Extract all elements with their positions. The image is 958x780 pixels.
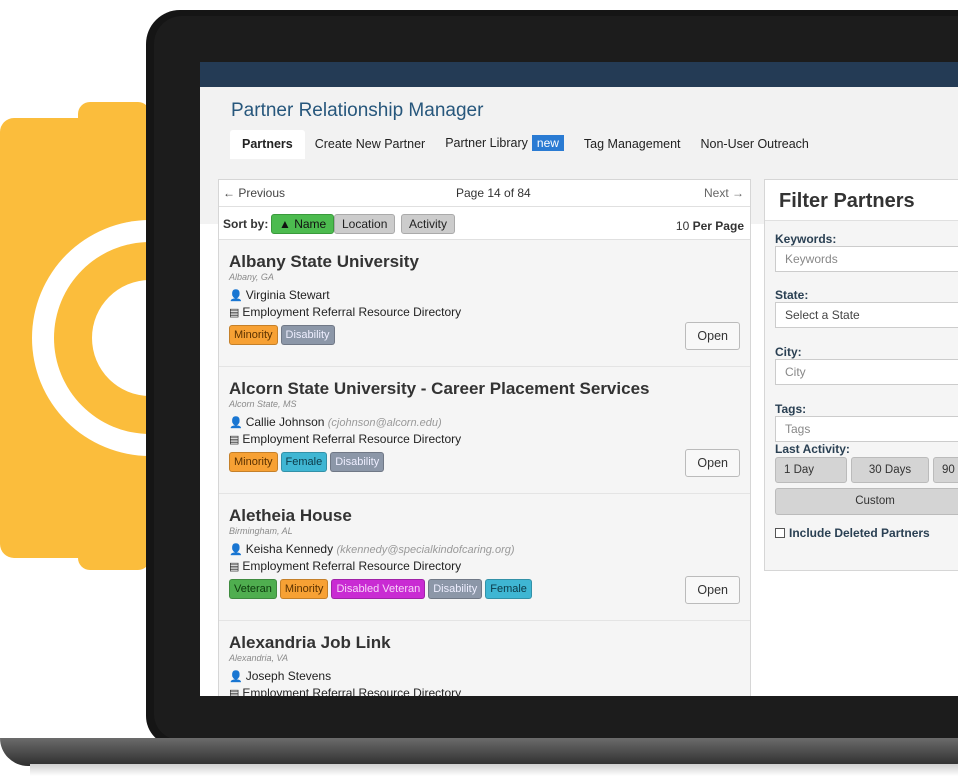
list-icon: ▤ xyxy=(229,688,240,696)
sort-name-button[interactable]: ▲ Name xyxy=(271,214,335,234)
laptop-shadow xyxy=(30,764,958,776)
partner-directory: ▤ Employment Referral Resource Directory xyxy=(229,432,461,446)
sort-location-button[interactable]: Location xyxy=(334,214,396,234)
custom-range-button[interactable]: Custom xyxy=(775,488,958,515)
list-item: Alexandria Job Link Alexandria, VA 👤 Jose… xyxy=(219,621,750,696)
partner-contact: 👤 Joseph Stevens xyxy=(229,669,331,683)
partner-contact: 👤 Keisha Kennedy (kkennedy@specialkindofc… xyxy=(229,542,515,556)
tag-disabled-veteran: Disabled Veteran xyxy=(331,579,426,599)
open-button[interactable]: Open xyxy=(685,449,740,477)
user-icon: 👤 xyxy=(229,417,243,429)
next-page-link[interactable]: Next → xyxy=(704,186,744,200)
contact-name: Keisha Kennedy xyxy=(245,542,334,556)
partner-tags: Minority Disability xyxy=(229,325,335,345)
state-select[interactable]: Select a State xyxy=(775,302,958,328)
sort-label: Sort by: xyxy=(223,217,269,231)
app-screen: Partner Relationship Manager Partners Cr… xyxy=(200,62,958,696)
directory-name: Employment Referral Resource Directory xyxy=(242,686,462,696)
list-item: Alcorn State University - Career Placeme… xyxy=(219,367,750,494)
partner-name[interactable]: Aletheia House xyxy=(229,506,352,526)
city-label: City: xyxy=(775,345,802,359)
open-button[interactable]: Open xyxy=(685,322,740,350)
keywords-label: Keywords: xyxy=(775,232,837,246)
user-icon: 👤 xyxy=(229,290,243,302)
tab-bar: Partners Create New Partner Partner Libr… xyxy=(230,129,819,159)
user-icon: 👤 xyxy=(229,544,243,556)
new-badge: new xyxy=(531,135,564,151)
include-deleted-checkbox[interactable] xyxy=(775,528,785,538)
tab-tag-management[interactable]: Tag Management xyxy=(574,130,691,159)
list-item: Albany State University Albany, GA 👤 Virg… xyxy=(219,240,750,367)
partner-list-panel: ← Previous Page 14 of 84 Next → Sort by:… xyxy=(218,179,751,696)
user-icon: 👤 xyxy=(229,671,243,683)
contact-email: (kkennedy@specialkindofcaring.org) xyxy=(336,544,515,556)
partner-location: Alexandria, VA xyxy=(229,653,289,663)
partner-tags: Minority Female Disability xyxy=(229,452,385,472)
contact-name: Virginia Stewart xyxy=(245,288,330,302)
include-deleted-label: Include Deleted Partners xyxy=(789,526,930,540)
laptop-base xyxy=(0,738,958,766)
city-input[interactable]: City xyxy=(775,359,958,385)
activity-1-day-button[interactable]: 1 Day xyxy=(775,457,847,483)
activity-90-days-button[interactable]: 90 xyxy=(933,457,958,483)
top-navbar xyxy=(200,62,958,87)
directory-name: Employment Referral Resource Directory xyxy=(242,432,462,446)
contact-email: (cjohnson@alcorn.edu) xyxy=(327,417,442,429)
partner-name[interactable]: Albany State University xyxy=(229,252,419,272)
partner-name[interactable]: Alexandria Job Link xyxy=(229,633,391,653)
tag-disability: Disability xyxy=(330,452,385,472)
list-icon: ▤ xyxy=(229,561,240,573)
partner-location: Birmingham, AL xyxy=(229,526,293,536)
tab-partner-library[interactable]: Partner Library new xyxy=(435,128,574,159)
filter-panel: Filter Partners Keywords: Keywords State… xyxy=(764,179,958,571)
include-deleted-option[interactable]: Include Deleted Partners xyxy=(775,526,930,540)
directory-name: Employment Referral Resource Directory xyxy=(242,305,462,319)
partner-directory: ▤ Employment Referral Resource Directory xyxy=(229,686,461,696)
directory-name: Employment Referral Resource Directory xyxy=(242,559,462,573)
tag-veteran: Veteran xyxy=(229,579,277,599)
pagination-bar: ← Previous Page 14 of 84 Next → xyxy=(219,180,750,207)
partner-directory: ▤ Employment Referral Resource Directory xyxy=(229,305,461,319)
sort-activity-button[interactable]: Activity xyxy=(401,214,456,234)
per-page-selector[interactable]: 10 Per Page xyxy=(676,219,744,233)
partner-tags: Veteran Minority Disabled Veteran Disabi… xyxy=(229,579,532,599)
contact-name: Joseph Stevens xyxy=(245,669,332,683)
list-item: Aletheia House Birmingham, AL 👤 Keisha Ke… xyxy=(219,494,750,621)
state-label: State: xyxy=(775,288,809,302)
tag-disability: Disability xyxy=(428,579,483,599)
previous-page-link[interactable]: ← Previous xyxy=(223,186,285,200)
tab-partners[interactable]: Partners xyxy=(230,130,305,159)
list-icon: ▤ xyxy=(229,307,240,319)
per-page-label: Per Page xyxy=(692,219,744,233)
tag-minority: Minority xyxy=(279,579,329,599)
partner-contact: 👤 Virginia Stewart xyxy=(229,288,330,302)
sort-bar: Sort by: ▲ Name Location Activity 10 Per… xyxy=(219,207,750,240)
list-icon: ▤ xyxy=(229,434,240,446)
tags-input[interactable]: Tags xyxy=(775,416,958,442)
page-title: Partner Relationship Manager xyxy=(231,100,484,121)
tag-disability: Disability xyxy=(280,325,335,345)
filter-title: Filter Partners xyxy=(779,190,915,212)
keywords-input[interactable]: Keywords xyxy=(775,246,958,272)
partner-name[interactable]: Alcorn State University - Career Placeme… xyxy=(229,379,649,399)
activity-30-days-button[interactable]: 30 Days xyxy=(851,457,929,483)
tag-minority: Minority xyxy=(229,452,278,472)
partner-directory: ▤ Employment Referral Resource Directory xyxy=(229,559,461,573)
last-activity-label: Last Activity: xyxy=(775,442,850,456)
contact-name: Callie Johnson xyxy=(245,415,325,429)
partner-location: Albany, GA xyxy=(229,272,274,282)
tags-label: Tags: xyxy=(775,402,807,416)
tag-female: Female xyxy=(280,452,328,472)
partner-contact: 👤 Callie Johnson (cjohnson@alcorn.edu) xyxy=(229,415,442,429)
tab-non-user-outreach[interactable]: Non-User Outreach xyxy=(691,130,819,159)
tab-label: Partner Library xyxy=(445,136,528,150)
open-button[interactable]: Open xyxy=(685,576,740,604)
tag-minority: Minority xyxy=(229,325,278,345)
page-indicator: Page 14 of 84 xyxy=(456,186,531,200)
tab-create-new-partner[interactable]: Create New Partner xyxy=(305,130,435,159)
tag-female: Female xyxy=(485,579,532,599)
partner-location: Alcorn State, MS xyxy=(229,399,297,409)
per-page-value: 10 xyxy=(675,219,690,233)
